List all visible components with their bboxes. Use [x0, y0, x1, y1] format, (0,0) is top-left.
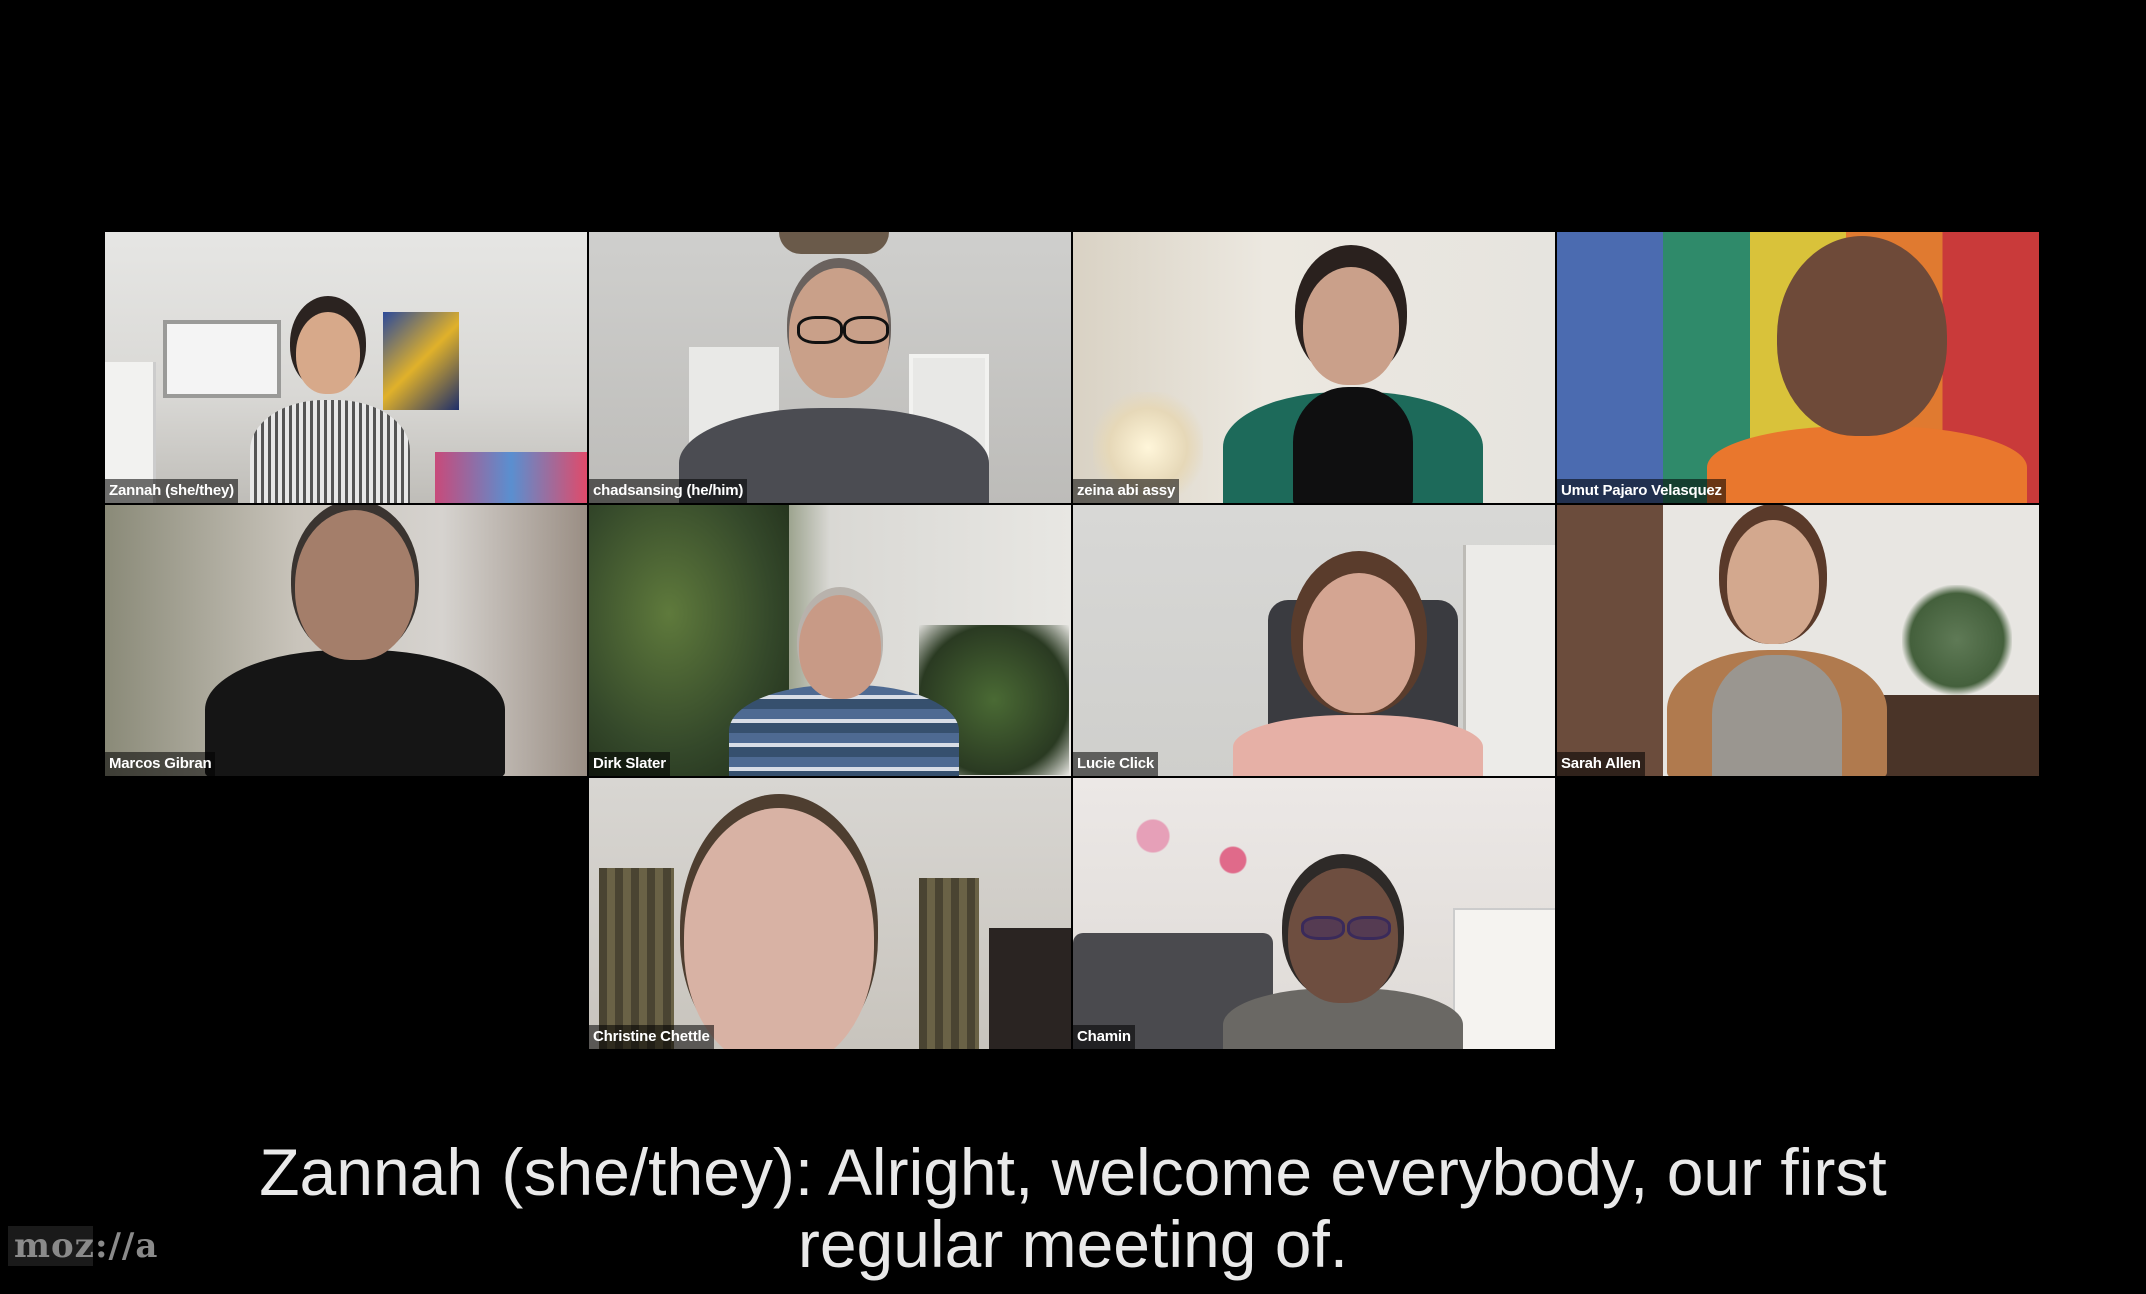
participant-name-label: Christine Chettle	[589, 1025, 714, 1049]
participant-tile-chadsansing[interactable]: chadsansing (he/him)	[589, 232, 1071, 503]
fan-shape	[779, 232, 889, 254]
participant-name-label: zeina abi assy	[1073, 479, 1180, 503]
mozilla-logo-watermark: moz://a	[8, 1226, 173, 1266]
participant-name-label: Chamin	[1073, 1025, 1135, 1049]
participant-name-label: Lucie Click	[1073, 752, 1158, 776]
participant-name-label: Marcos Gibran	[105, 752, 216, 776]
watermark-text: moz://a	[14, 1226, 159, 1266]
caption-line-1: Zannah (she/they): Alright, welcome ever…	[259, 1135, 1887, 1209]
participant-name-label: Umut Pajaro Velasquez	[1557, 479, 1726, 503]
table-shape	[1877, 695, 2039, 776]
participant-tile-zeina[interactable]: zeina abi assy	[1073, 232, 1555, 503]
caption-line-2: regular meeting of.	[797, 1207, 1349, 1281]
window-shape	[163, 320, 281, 398]
participant-tile-lucie[interactable]: Lucie Click	[1073, 505, 1555, 776]
poster-shape	[383, 312, 459, 410]
participant-name-label: Sarah Allen	[1557, 752, 1645, 776]
live-caption: Zannah (she/they): Alright, welcome ever…	[0, 1136, 2146, 1280]
participant-tile-sarah[interactable]: Sarah Allen	[1557, 505, 2039, 776]
participant-tile-dirk[interactable]: Dirk Slater	[589, 505, 1071, 776]
participant-name-label: Zannah (she/they)	[105, 479, 238, 503]
participant-tile-christine[interactable]: Christine Chettle	[589, 778, 1071, 1049]
participant-tile-chamin[interactable]: Chamin	[1073, 778, 1555, 1049]
bag-shape	[989, 928, 1071, 1049]
participant-name-label: chadsansing (he/him)	[589, 479, 748, 503]
participant-name-label: Dirk Slater	[589, 752, 670, 776]
plant-vase-shape	[1902, 585, 2012, 695]
participant-tile-marcos[interactable]: Marcos Gibran	[105, 505, 587, 776]
drawings-shape	[1093, 788, 1293, 908]
participant-tile-zannah[interactable]: Zannah (she/they)	[105, 232, 587, 503]
participant-tile-umut[interactable]: Umut Pajaro Velasquez	[1557, 232, 2039, 503]
curtain-shape	[599, 868, 674, 1049]
curtain-shape-2	[919, 878, 979, 1049]
bed-shape	[435, 452, 587, 503]
whiteboard-shape	[1453, 908, 1555, 1049]
